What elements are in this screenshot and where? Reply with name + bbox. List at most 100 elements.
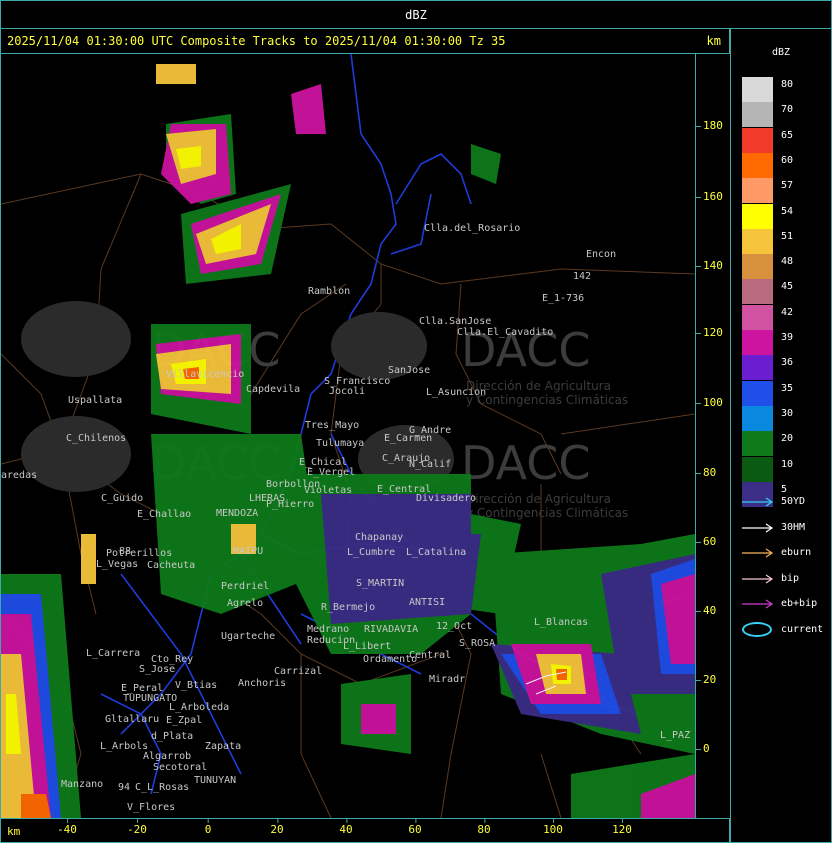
track-label: eburn xyxy=(781,547,812,558)
place-label: L_Cumbre xyxy=(347,547,395,558)
x-tick: 80 xyxy=(477,818,491,836)
x-tick: 40 xyxy=(339,818,353,836)
place-label: Anchoris xyxy=(238,678,286,689)
track-label: eb+bip xyxy=(781,598,818,609)
place-label: d_Plata xyxy=(151,731,193,742)
legend-title: dBZ xyxy=(771,47,791,58)
place-label: Clla.SanJose xyxy=(419,316,491,327)
place-label: L_Arbols xyxy=(100,741,148,752)
place-label: Chapanay xyxy=(355,532,403,543)
place-label: Jocoli xyxy=(329,386,365,397)
x-tick: 120 xyxy=(612,818,632,836)
place-label: Cacheuta xyxy=(147,560,195,571)
place-label: Agrelo xyxy=(227,598,263,609)
current-oval-icon xyxy=(742,621,772,637)
place-label: C_Chilenos xyxy=(66,433,126,444)
place-label: 12_Oct xyxy=(436,621,472,632)
place-label: E_Challao xyxy=(137,509,191,520)
legend-color-swatch xyxy=(742,380,773,406)
place-label: Potrerillos xyxy=(106,548,172,559)
legend-level-label: 70 xyxy=(781,104,794,116)
legend-color-swatch xyxy=(742,355,773,381)
place-label: E_Vergel xyxy=(307,467,355,478)
y-tick: 140 xyxy=(696,259,723,272)
watermark-line1: Dirección de Agricultura xyxy=(466,379,611,393)
legend-color-swatch xyxy=(742,178,773,204)
place-label: L_Catalina xyxy=(406,547,466,558)
track-arrow-icon xyxy=(742,574,774,583)
place-label: 94 xyxy=(118,782,130,793)
x-tick: -40 xyxy=(57,818,77,836)
place-label: L_Carrera xyxy=(86,648,140,659)
y-tick: 120 xyxy=(696,326,723,339)
place-label: LHERAS xyxy=(249,493,285,504)
x-tick: 100 xyxy=(543,818,563,836)
legend-level-label: 54 xyxy=(781,205,794,217)
legend-level-label: 5 xyxy=(781,483,788,495)
place-label: R_Bermejo xyxy=(321,602,375,613)
header-bar: dBZ xyxy=(0,0,832,29)
place-label: Medrano xyxy=(307,624,349,635)
legend-color-swatch xyxy=(742,127,773,153)
y-tick: 160 xyxy=(696,190,723,203)
place-label: RIVADAVIA xyxy=(364,624,418,635)
place-label: Tres_Mayo xyxy=(305,420,359,431)
place-label: SanJose xyxy=(388,365,430,376)
place-label: C_L_Rosas xyxy=(135,782,189,793)
place-label: Carrizal xyxy=(274,666,322,677)
track-arrow-icon xyxy=(742,599,774,609)
place-label: Clla.del_Rosario xyxy=(424,223,520,234)
place-label: Ramblon xyxy=(308,286,350,297)
place-label: S_ROSA xyxy=(459,638,495,649)
map-title: 2025/11/04 01:30:00 UTC Composite Tracks… xyxy=(7,34,506,48)
y-tick: 60 xyxy=(696,535,716,548)
place-label: Secotoral xyxy=(153,762,207,773)
legend-level-label: 10 xyxy=(781,458,794,470)
radar-map-canvas[interactable]: DACC DACC DACC DACC Dirección de Agricul… xyxy=(1,54,695,818)
place-label: N_Calif xyxy=(409,459,451,470)
legend-color-swatch xyxy=(742,431,773,457)
place-label: L_Arboleda xyxy=(169,702,229,713)
legend-color-swatch xyxy=(742,405,773,431)
x-tick: -20 xyxy=(127,818,147,836)
legend-level-label: 39 xyxy=(781,332,794,343)
legend-color-swatch xyxy=(742,330,773,355)
header-title: dBZ xyxy=(405,8,427,22)
legend-color-swatch xyxy=(742,77,773,102)
y-tick: 80 xyxy=(696,466,716,479)
place-label: MAIPU xyxy=(233,546,263,557)
legend-level-label: 51 xyxy=(781,230,794,242)
place-label: Encon xyxy=(586,249,616,260)
radar-map[interactable]: DACC DACC DACC DACC Dirección de Agricul… xyxy=(0,53,696,819)
title-bar: 2025/11/04 01:30:00 UTC Composite Tracks… xyxy=(0,28,730,54)
place-label: 88 xyxy=(119,546,131,557)
place-label: Capdevila xyxy=(246,384,300,395)
y-tick: 180 xyxy=(696,119,723,132)
watermark-line1: Dirección de Agricultura xyxy=(466,492,611,506)
place-label: L_Blancas xyxy=(534,617,588,628)
place-label: Clla.El_Cavadito xyxy=(457,327,553,338)
legend-color-swatch xyxy=(742,152,773,178)
legend-level-label: 80 xyxy=(781,79,794,90)
place-label: Algarrob xyxy=(143,751,191,762)
track-arrow-icon xyxy=(742,548,774,558)
place-label: Tulumaya xyxy=(316,438,364,449)
place-label: S_Jose xyxy=(139,664,175,675)
place-label: Central xyxy=(409,650,451,661)
legend-level-label: 36 xyxy=(781,357,794,369)
place-label: Ugarteche xyxy=(221,631,275,642)
legend-level-label: 48 xyxy=(781,256,794,268)
legend-level-label: 42 xyxy=(781,306,794,318)
place-label: Miradr xyxy=(429,674,465,685)
legend-level-label: 57 xyxy=(781,180,794,192)
legend-color-swatch xyxy=(742,254,773,280)
place-label: aredas xyxy=(1,470,37,481)
place-label: V_Flores xyxy=(127,802,175,813)
legend-color-swatch xyxy=(742,304,773,330)
place-label: S_MARTIN xyxy=(356,578,404,589)
track-label: 30HM xyxy=(781,521,806,533)
watermark-line2: y Contingencias Climáticas xyxy=(466,393,628,407)
legend-color-swatch xyxy=(742,203,773,229)
track-arrow-icon xyxy=(742,523,774,532)
title-unit: km xyxy=(706,34,721,48)
